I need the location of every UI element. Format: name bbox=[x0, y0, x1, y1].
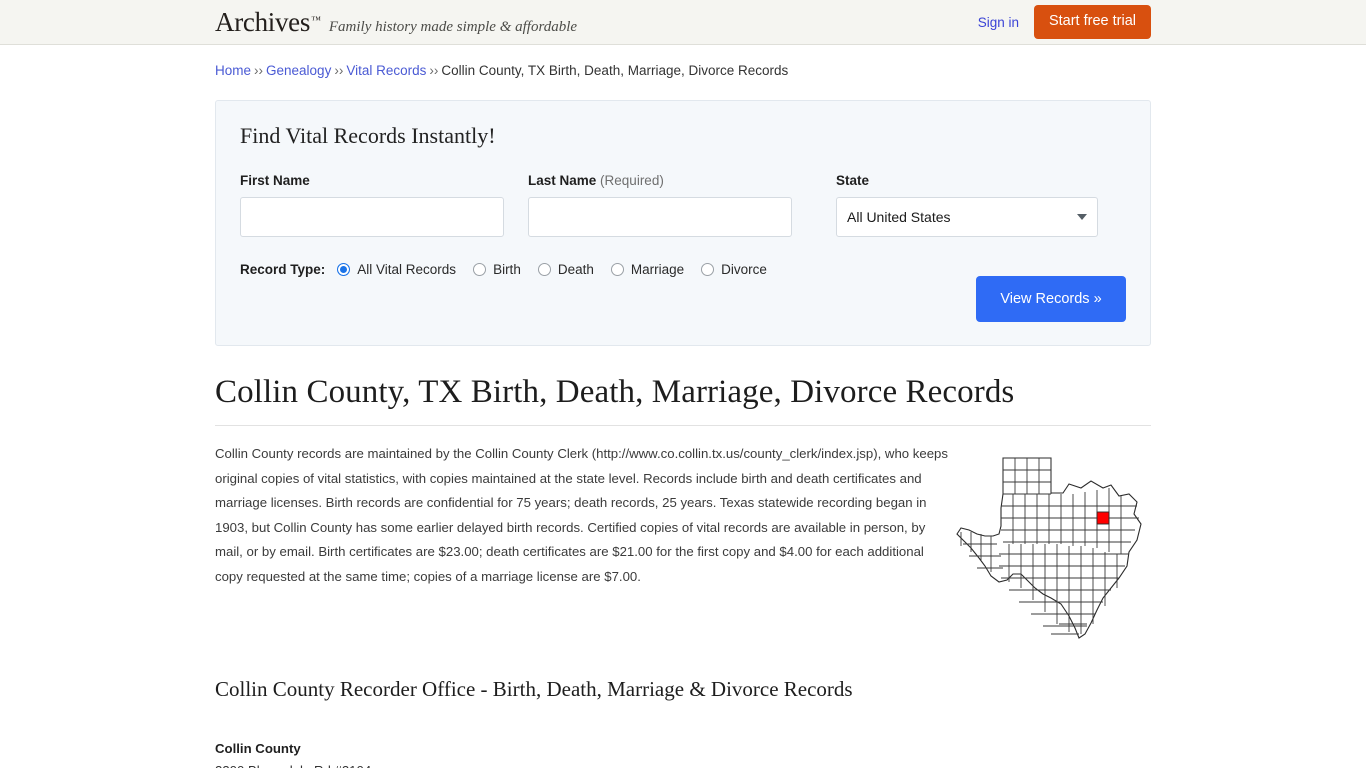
breadcrumb-item-genealogy[interactable]: Genealogy bbox=[266, 63, 331, 78]
search-fields-row: First Name Last Name (Required) State Al… bbox=[240, 173, 1126, 237]
texas-county-map bbox=[951, 442, 1151, 648]
county-description: Collin County records are maintained by … bbox=[215, 446, 948, 584]
site-logo[interactable]: Archives ™ Family history made simple & a… bbox=[215, 6, 578, 37]
radio-marriage[interactable]: Marriage bbox=[610, 262, 685, 277]
page-container: Home ›› Genealogy ›› Vital Records ›› Collin C… bbox=[215, 45, 1151, 768]
last-name-label: Last Name (Required) bbox=[528, 173, 792, 188]
radio-label-divorce: Divorce bbox=[721, 262, 767, 277]
first-name-label: First Name bbox=[240, 173, 310, 188]
brand-name: Archives bbox=[215, 6, 311, 37]
state-field-group: State All United States bbox=[836, 173, 1098, 237]
breadcrumb: Home ›› Genealogy ›› Vital Records ›› Collin C… bbox=[215, 45, 1151, 78]
first-name-input[interactable] bbox=[240, 197, 504, 237]
radio-icon[interactable] bbox=[537, 263, 551, 276]
header-actions: Sign in Start free trial bbox=[978, 0, 1151, 44]
view-records-button[interactable]: View Records » bbox=[976, 276, 1126, 322]
page-title: Collin County, TX Birth, Death, Marriage… bbox=[215, 374, 1151, 426]
office-address-block: Collin County 2300 Bloomdale Rd #2104 Mc… bbox=[215, 738, 1151, 768]
vital-records-search-panel: Find Vital Records Instantly! First Name… bbox=[215, 100, 1151, 346]
collin-county-highlight bbox=[1096, 511, 1110, 525]
content-row: Collin County records are maintained by … bbox=[215, 442, 1151, 648]
radio-divorce[interactable]: Divorce bbox=[701, 262, 767, 277]
radio-icon[interactable] bbox=[337, 263, 351, 276]
state-select-wrap: All United States bbox=[836, 197, 1098, 237]
radio-label-death: Death bbox=[557, 262, 594, 277]
last-name-label-text: Last Name bbox=[528, 173, 597, 188]
sign-in-link[interactable]: Sign in bbox=[978, 15, 1019, 30]
breadcrumb-separator: ›› bbox=[334, 63, 344, 78]
record-type-row: Record Type: All Vital Records Birth Dea… bbox=[240, 262, 1126, 277]
start-free-trial-button[interactable]: Start free trial bbox=[1033, 5, 1151, 39]
state-label: State bbox=[836, 173, 870, 188]
last-name-field-group: Last Name (Required) bbox=[528, 173, 792, 237]
breadcrumb-item-home[interactable]: Home bbox=[215, 63, 251, 78]
breadcrumb-item-current: Collin County, TX Birth, Death, Marriage… bbox=[441, 63, 789, 78]
breadcrumb-item-vital-records[interactable]: Vital Records bbox=[346, 63, 426, 78]
office-street: 2300 Bloomdale Rd #2104 bbox=[215, 760, 1151, 768]
trademark-icon: ™ bbox=[311, 14, 321, 26]
header-inner: Archives ™ Family history made simple & a… bbox=[215, 0, 1151, 44]
radio-label-all-vital-records: All Vital Records bbox=[357, 262, 457, 277]
office-name: Collin County bbox=[215, 741, 301, 756]
radio-icon[interactable] bbox=[610, 263, 624, 276]
last-name-required-note: (Required) bbox=[600, 173, 664, 188]
radio-icon[interactable] bbox=[473, 263, 487, 276]
brand-tagline: Family history made simple & affordable bbox=[328, 18, 578, 35]
state-select[interactable]: All United States bbox=[836, 197, 1098, 237]
breadcrumb-separator: ›› bbox=[254, 63, 264, 78]
radio-all-vital-records[interactable]: All Vital Records bbox=[337, 262, 456, 277]
breadcrumb-separator: ›› bbox=[429, 63, 439, 78]
record-type-label: Record Type: bbox=[240, 262, 326, 277]
radio-birth[interactable]: Birth bbox=[473, 262, 521, 277]
last-name-input[interactable] bbox=[528, 197, 792, 237]
radio-label-birth: Birth bbox=[493, 262, 521, 277]
site-header: Archives ™ Family history made simple & a… bbox=[0, 0, 1366, 45]
recorder-office-subtitle: Collin County Recorder Office - Birth, D… bbox=[215, 677, 853, 701]
radio-icon[interactable] bbox=[701, 263, 715, 276]
texas-map-icon bbox=[956, 457, 1142, 639]
search-panel-title: Find Vital Records Instantly! bbox=[240, 123, 496, 148]
radio-death[interactable]: Death bbox=[537, 262, 594, 277]
first-name-field-group: First Name bbox=[240, 173, 504, 237]
radio-label-marriage: Marriage bbox=[630, 262, 685, 277]
